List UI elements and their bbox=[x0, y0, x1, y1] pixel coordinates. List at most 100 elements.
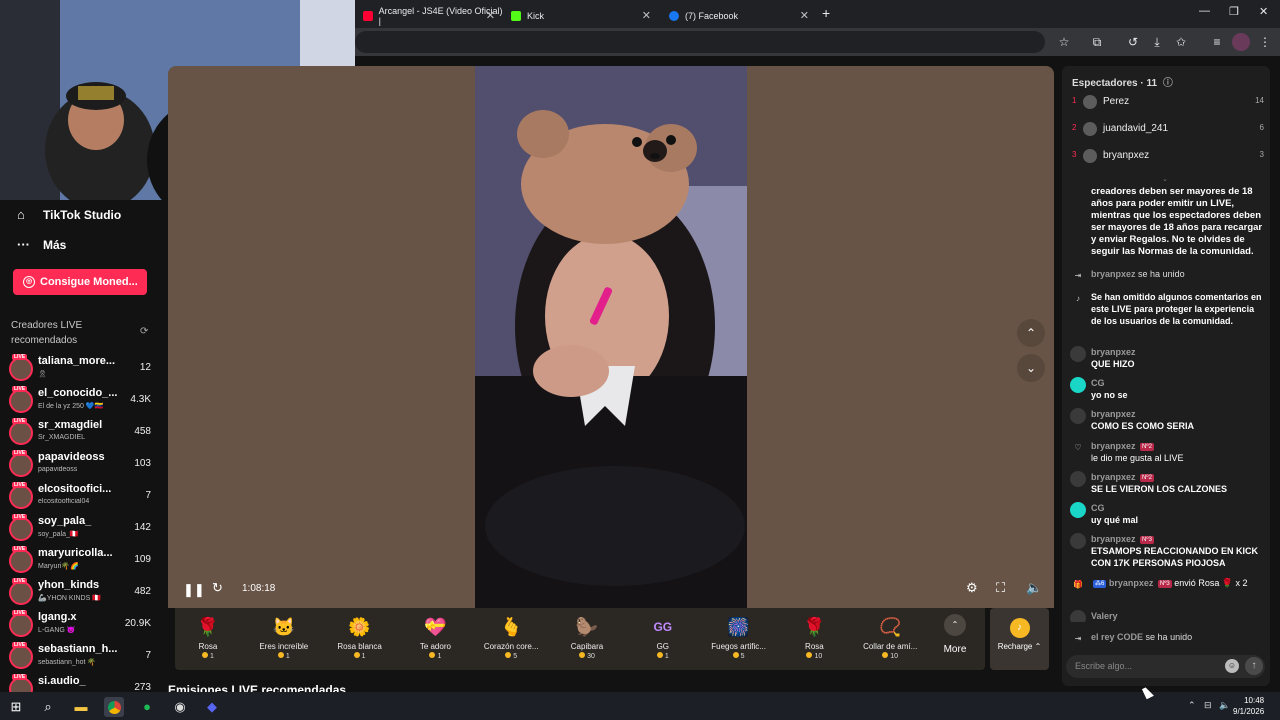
creator-name: sebastiann_h... bbox=[38, 643, 118, 655]
avatar bbox=[1083, 149, 1097, 163]
spotify-icon[interactable]: ● bbox=[137, 697, 157, 717]
profile-avatar[interactable] bbox=[1232, 33, 1250, 51]
windows-start-icon[interactable]: ⊞ bbox=[6, 697, 26, 717]
gift-item[interactable]: 🎆 Fuegos artific... 5 bbox=[701, 614, 777, 660]
live-badge: LIVE bbox=[12, 642, 28, 648]
info-icon[interactable]: ⓘ bbox=[1163, 78, 1173, 89]
heart-icon: ♡ bbox=[1074, 443, 1082, 452]
chat-username[interactable]: CG bbox=[1091, 503, 1105, 513]
chat-username[interactable]: el rey CODE bbox=[1091, 632, 1143, 642]
avatar bbox=[1070, 502, 1086, 518]
pause-icon[interactable]: ❚❚ bbox=[183, 582, 205, 598]
nav-tiktok-studio[interactable]: ⌂ TikTok Studio bbox=[17, 208, 121, 223]
emoji-icon[interactable]: ☺ bbox=[1225, 659, 1239, 673]
viewer-count: 458 bbox=[134, 426, 151, 437]
get-coins-button[interactable]: ◎ Consigue Moned... bbox=[13, 269, 147, 295]
creator-list-item[interactable]: LIVE sr_xmagdiel Sr_XMAGDIEL 458 bbox=[8, 418, 160, 451]
creator-list-item[interactable]: LIVE maryuricolla... Maryuri🌴🌈 109 bbox=[8, 546, 160, 579]
recharge-button[interactable]: ♪ Recharge ⌃ bbox=[990, 608, 1049, 670]
chat-text: ETSAMOPS REACCIONANDO EN KICK CON 17K PE… bbox=[1091, 546, 1259, 568]
gift-item[interactable]: 🌹 Rosa 10 bbox=[776, 614, 852, 660]
download-icon[interactable]: ⤓ bbox=[1148, 33, 1166, 51]
chat-username[interactable]: bryanpxez bbox=[1091, 409, 1136, 419]
refresh-icon[interactable]: ⟳ bbox=[140, 326, 148, 337]
live-video-frame[interactable] bbox=[475, 66, 747, 608]
restore-icon[interactable]: ❐ bbox=[1229, 5, 1239, 18]
new-tab-button[interactable]: + bbox=[822, 5, 830, 21]
top-viewer-row[interactable]: 2 juandavid_241 6 bbox=[1072, 120, 1264, 142]
gift-item[interactable]: 🌼 Rosa blanca 1 bbox=[322, 614, 398, 660]
address-bar[interactable] bbox=[355, 31, 1045, 53]
window-close-icon[interactable]: ✕ bbox=[1259, 5, 1268, 18]
close-icon[interactable]: ✕ bbox=[800, 9, 809, 22]
creator-list-item[interactable]: LIVE lgang.x L-GANG 😈 20.9K bbox=[8, 610, 160, 643]
history-icon[interactable]: ↺ bbox=[1124, 33, 1142, 51]
creator-subtitle: 🦾YHON KINDS 🇵🇪 bbox=[38, 595, 101, 602]
speaker-icon[interactable]: 🔈 bbox=[1219, 700, 1230, 711]
gift-item[interactable]: 🌹 Rosa 1 bbox=[170, 614, 246, 660]
chat-username[interactable]: bryanpxez bbox=[1109, 578, 1154, 588]
volume-icon[interactable]: 🔈 bbox=[1026, 580, 1042, 596]
gift-name: Collar de amí... bbox=[863, 642, 918, 651]
extensions-icon[interactable]: ⧉ bbox=[1088, 33, 1106, 51]
minimize-icon[interactable]: — bbox=[1199, 5, 1210, 17]
discord-icon[interactable]: ◆ bbox=[202, 697, 222, 717]
creator-list-item[interactable]: LIVE yhon_kinds 🦾YHON KINDS 🇵🇪 482 bbox=[8, 578, 160, 611]
taskbar-clock[interactable]: 10:48 9/1/2026 bbox=[1233, 695, 1264, 717]
reading-list-icon[interactable]: ≡ bbox=[1208, 33, 1226, 51]
browser-tab-youtube[interactable]: Arcangel - JS4E (Video Oficial) | ✕ bbox=[355, 4, 503, 28]
live-badge: LIVE bbox=[12, 610, 28, 616]
file-explorer-icon[interactable]: ▬ bbox=[71, 697, 91, 717]
top-viewer-row[interactable]: 1 Perez 14 bbox=[1072, 93, 1264, 115]
clock-date: 9/1/2026 bbox=[1233, 707, 1265, 716]
creator-list-item[interactable]: LIVE sebastiann_h... sebastiann_hot 🌴 7 bbox=[8, 642, 160, 675]
gift-name: Rosa blanca bbox=[337, 642, 382, 651]
gift-item[interactable]: 🫰 Corazón core... 5 bbox=[473, 614, 549, 660]
gift-item[interactable]: GG GG 1 bbox=[625, 614, 701, 660]
gift-item[interactable]: 💝 Te adoro 1 bbox=[397, 614, 473, 660]
gift-item[interactable]: 🐱 Eres increíble 1 bbox=[246, 614, 322, 660]
more-gifts-button[interactable]: ⌃ More bbox=[940, 614, 970, 655]
next-live-chevron-down-icon[interactable]: ⌄ bbox=[1017, 354, 1045, 382]
fullscreen-icon[interactable]: ⛶ bbox=[996, 580, 1005, 596]
settings-gear-icon[interactable]: ⚙ bbox=[966, 580, 978, 596]
top-viewer-row[interactable]: 3 bryanpxez 3 bbox=[1072, 147, 1264, 169]
creator-list-item[interactable]: LIVE elcositoofici... elcositoofficial04 7 bbox=[8, 482, 160, 515]
gift-item[interactable]: 📿 Collar de amí... 10 bbox=[852, 614, 928, 660]
viewer-count: 20.9K bbox=[124, 618, 151, 629]
bookmark-star-icon[interactable]: ☆ bbox=[1055, 33, 1073, 51]
creator-list-item[interactable]: LIVE papavideoss papavideoss 103 bbox=[8, 450, 160, 483]
obs-icon[interactable]: ◉ bbox=[170, 697, 190, 717]
creator-list-item[interactable]: LIVE taliana_more... 🎗 12 bbox=[8, 354, 160, 387]
chat-username[interactable]: bryanpxez bbox=[1091, 269, 1136, 279]
tray-chevron-up-icon[interactable]: ⌃ bbox=[1188, 700, 1196, 711]
network-icon[interactable]: ⊟ bbox=[1204, 700, 1212, 711]
close-icon[interactable]: ✕ bbox=[486, 9, 495, 22]
chrome-icon[interactable] bbox=[104, 697, 124, 717]
chat-username[interactable]: bryanpxez bbox=[1091, 534, 1136, 544]
creator-list-item[interactable]: LIVE el_conocido_... El de la yz 250 💙🇻🇪 4.… bbox=[8, 386, 160, 419]
gift-item[interactable]: 🦫 Capibara 30 bbox=[549, 614, 625, 660]
close-icon[interactable]: ✕ bbox=[642, 9, 651, 22]
browser-tab-kick[interactable]: Kick ✕ bbox=[503, 4, 659, 28]
reload-icon[interactable]: ↻ bbox=[212, 580, 223, 596]
chat-username[interactable]: bryanpxez bbox=[1091, 441, 1136, 451]
browser-tab-facebook[interactable]: (7) Facebook ✕ bbox=[661, 4, 817, 28]
chat-username[interactable]: CG bbox=[1091, 378, 1105, 388]
menu-kebab-icon[interactable]: ⋮ bbox=[1256, 33, 1274, 51]
previous-live-chevron-up-icon[interactable]: ⌃ bbox=[1017, 319, 1045, 347]
chevron-down-icon[interactable]: ⌄ bbox=[1162, 175, 1168, 183]
creator-name: el_conocido_... bbox=[38, 387, 118, 399]
search-icon[interactable]: ⌕ bbox=[38, 697, 58, 717]
system-notice-text: creadores deben ser mayores de 18 años p… bbox=[1091, 186, 1263, 257]
favorites-icon[interactable]: ✩ bbox=[1172, 33, 1190, 51]
chat-username[interactable]: bryanpxez bbox=[1091, 347, 1136, 357]
creator-list-item[interactable]: LIVE soy_pala_ soy_pala_🇵🇪 142 bbox=[8, 514, 160, 547]
chat-username[interactable]: Valery bbox=[1091, 611, 1118, 621]
nav-more[interactable]: ··· Más bbox=[17, 238, 66, 253]
creator-subtitle: L-GANG 😈 bbox=[38, 627, 76, 634]
avatar bbox=[9, 581, 33, 605]
chat-username[interactable]: bryanpxez bbox=[1091, 472, 1136, 482]
chevron-up-icon: ⌃ bbox=[1034, 642, 1042, 651]
send-arrow-icon[interactable]: ↑ bbox=[1245, 657, 1263, 675]
